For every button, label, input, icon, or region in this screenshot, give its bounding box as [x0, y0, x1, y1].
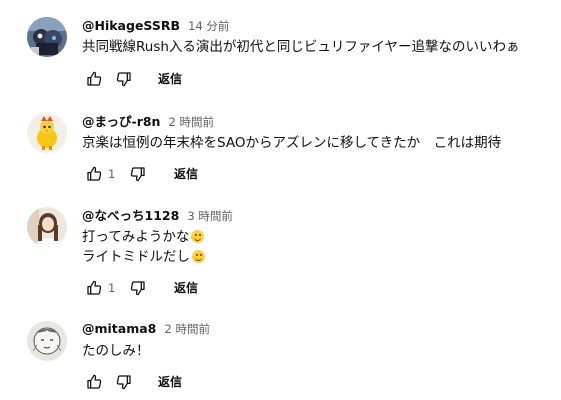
smiling-face-emoji-icon	[191, 230, 205, 243]
comment-text-line: ライトミドルだし	[82, 247, 205, 267]
reply-button[interactable]: 返信	[174, 166, 198, 182]
comment-text: 打ってみようかな	[82, 229, 190, 245]
comment-actions: 返信	[82, 370, 282, 394]
like-button[interactable]	[82, 162, 106, 186]
thumb-down-icon	[130, 167, 145, 182]
comment-text: 京楽は恒例の年末枠をSAOからアズレンに移してきたか これは期待	[82, 135, 502, 151]
user-avatar[interactable]	[27, 321, 67, 361]
comment-author[interactable]: @mitama8	[82, 321, 156, 336]
chick-avatar-icon	[27, 113, 67, 153]
comment-timestamp[interactable]: 2 時間前	[164, 322, 209, 336]
comment-header: @なべっち1128 3 時間前	[82, 207, 233, 223]
like-button[interactable]	[82, 276, 106, 300]
thumb-up-icon	[87, 280, 102, 295]
reply-button[interactable]: 返信	[158, 374, 182, 390]
user-avatar[interactable]	[27, 113, 67, 153]
thumb-up-icon	[87, 166, 102, 181]
like-count: 1	[108, 281, 116, 295]
comment-author[interactable]: @まっぴ-r8n	[82, 114, 160, 129]
comment-timestamp[interactable]: 3 時間前	[187, 209, 232, 223]
comment-actions: 1 返信	[82, 276, 282, 300]
robot-avatar-icon	[27, 17, 67, 57]
comment-author[interactable]: @なべっち1128	[82, 208, 179, 223]
thumb-up-icon	[87, 71, 102, 86]
comment-header: @HikageSSRB 14 分前	[82, 17, 229, 33]
thumb-up-icon	[87, 374, 102, 389]
dislike-button[interactable]	[112, 370, 136, 394]
dislike-button[interactable]	[126, 162, 150, 186]
like-button[interactable]	[82, 67, 106, 91]
dislike-button[interactable]	[112, 67, 136, 91]
comment-header: @mitama8 2 時間前	[82, 320, 210, 336]
smiling-face-emoji-icon	[192, 250, 205, 263]
like-button[interactable]	[82, 370, 106, 394]
user-avatar[interactable]	[27, 207, 67, 247]
comment-text-line: 打ってみようかな	[82, 227, 205, 247]
thumb-down-icon	[116, 375, 131, 390]
comment-text: たのしみ！	[82, 343, 150, 359]
comment-actions: 返信	[82, 67, 282, 91]
comment-timestamp[interactable]: 14 分前	[188, 19, 229, 33]
comment-author[interactable]: @HikageSSRB	[82, 18, 180, 33]
reply-button[interactable]: 返信	[158, 71, 182, 87]
reply-button[interactable]: 返信	[174, 280, 198, 296]
comment-text: ライトミドルだし	[82, 249, 190, 265]
thumb-down-icon	[130, 281, 145, 296]
comment-text: 共同戦線Rush入る演出が初代と同じビュリファイヤー追撃なのいいわぁ	[82, 39, 520, 55]
comment-timestamp[interactable]: 2 時間前	[169, 115, 214, 129]
sketch-avatar-icon	[27, 321, 67, 361]
comment-actions: 1 返信	[82, 162, 282, 186]
user-avatar[interactable]	[27, 17, 67, 57]
thumb-down-icon	[116, 72, 131, 87]
photo-avatar-icon	[27, 207, 67, 247]
comment-header: @まっぴ-r8n 2 時間前	[82, 113, 214, 129]
dislike-button[interactable]	[126, 276, 150, 300]
like-count: 1	[108, 167, 116, 181]
